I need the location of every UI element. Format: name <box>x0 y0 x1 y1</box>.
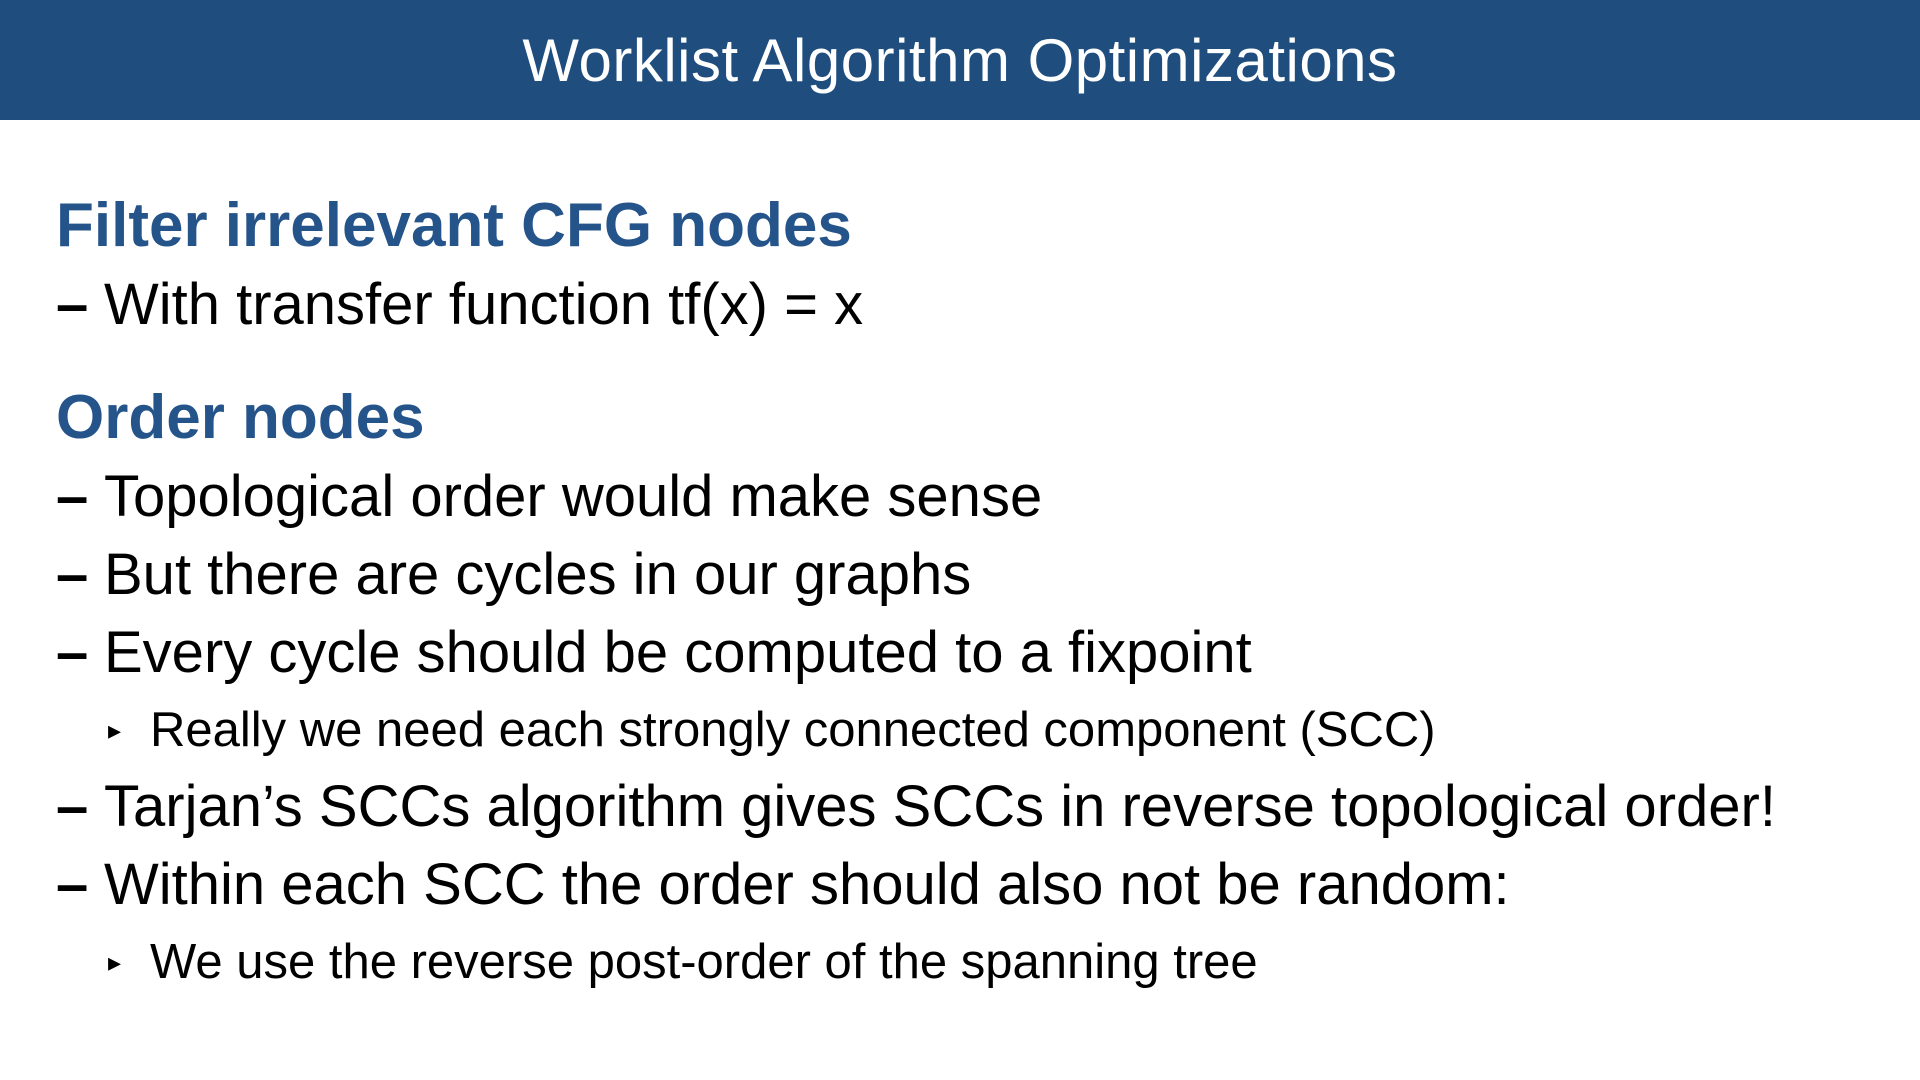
section-heading-filter: Filter irrelevant CFG nodes <box>56 191 852 260</box>
dash-bullet: – <box>56 852 89 917</box>
dash-bullet: – <box>56 464 89 529</box>
slide-title: Worklist Algorithm Optimizations <box>522 26 1398 94</box>
bullet-text: Within each SCC the order should also no… <box>104 852 1510 917</box>
triangle-bullet-icon: ▸ <box>108 947 122 977</box>
bullet-text: With transfer function tf(x) = x <box>104 272 864 337</box>
bullet-item: – Within each SCC the order should also … <box>56 846 1876 924</box>
sub-bullet-text: Really we need each strongly connected c… <box>150 703 1436 757</box>
bullet-text: But there are cycles in our graphs <box>104 542 972 607</box>
bullet-item: – But there are cycles in our graphs <box>56 536 1876 614</box>
bullet-text: Topological order would make sense <box>104 464 1043 529</box>
dash-bullet: – <box>56 620 89 685</box>
triangle-bullet-icon: ▸ <box>108 715 122 745</box>
bullet-item: – Topological order would make sense <box>56 458 1876 536</box>
sub-bullet-item: ▸ Really we need each strongly connected… <box>56 692 1876 768</box>
slide-content: Filter irrelevant CFG nodes – With trans… <box>56 186 1876 1000</box>
bullet-item: – Tarjan’s SCCs algorithm gives SCCs in … <box>56 768 1876 846</box>
dash-bullet: – <box>56 542 89 607</box>
title-bar: Worklist Algorithm Optimizations <box>0 0 1920 120</box>
section-heading-order: Order nodes <box>56 383 425 452</box>
bullet-item: – Every cycle should be computed to a fi… <box>56 614 1876 692</box>
bullet-text: Every cycle should be computed to a fixp… <box>104 620 1252 685</box>
bullet-text: Tarjan’s SCCs algorithm gives SCCs in re… <box>104 774 1776 839</box>
sub-bullet-text: We use the reverse post-order of the spa… <box>150 935 1258 989</box>
bullet-item: – With transfer function tf(x) = x <box>56 266 1876 344</box>
sub-bullet-item: ▸ We use the reverse post-order of the s… <box>56 924 1876 1000</box>
dash-bullet: – <box>56 774 89 839</box>
dash-bullet: – <box>56 272 89 337</box>
